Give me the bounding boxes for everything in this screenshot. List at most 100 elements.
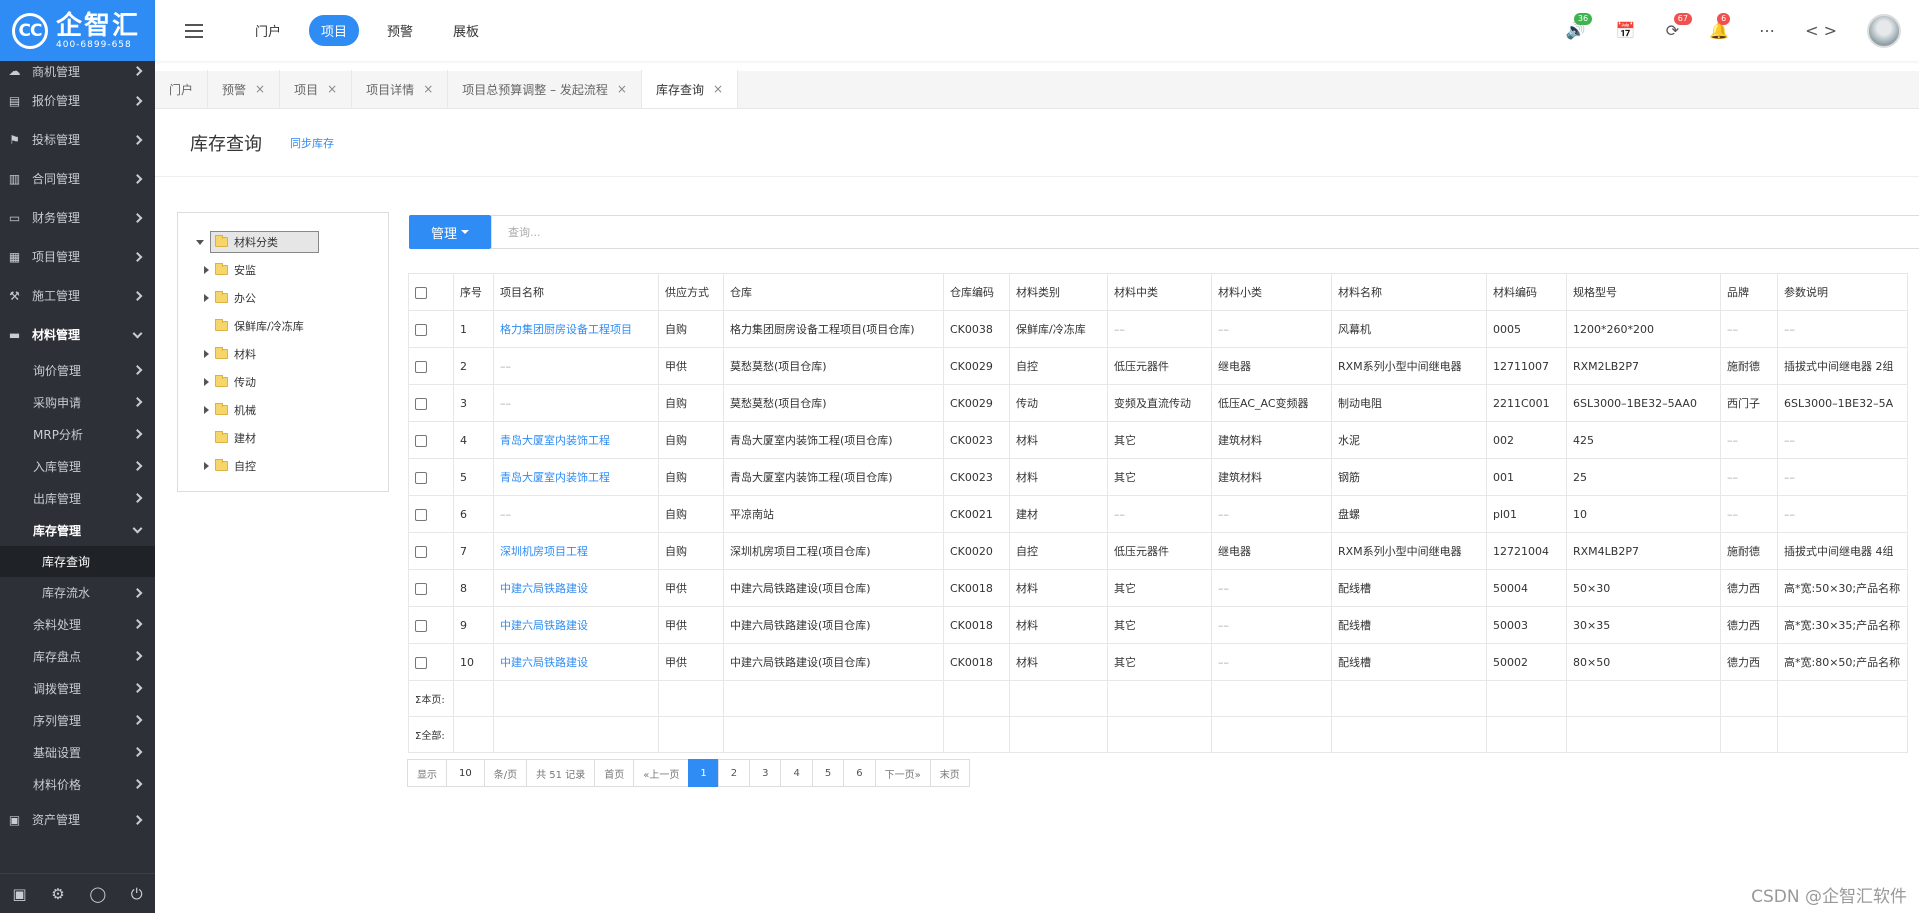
table-row[interactable]: 4 青岛大厦室内装饰工程 自购 青岛大厦室内装饰工程(项目仓库) CK0023 材料 其它建… [408,421,1908,459]
manage-button[interactable]: 管理 [409,215,491,249]
project-link[interactable]: 青岛大厦室内装饰工程 [493,458,659,496]
tree-node[interactable]: 机械 [178,396,388,424]
next-page-button[interactable]: 下一页» [874,759,931,787]
sidebar-sub-item[interactable]: 材料价格 [0,768,155,800]
sync-inventory-link[interactable]: 同步库存 [290,135,334,151]
tab-item[interactable]: 预警 × [208,70,281,108]
tab-item[interactable]: 项目详情 × [352,70,449,108]
last-page-button[interactable]: 末页 [929,759,970,787]
sidebar-sub-item[interactable]: 库存管理 [0,514,155,546]
close-icon[interactable]: × [255,82,265,96]
tree-node[interactable]: 保鲜库/冷冻库 [178,312,388,340]
refresh-icon[interactable]: ⟳ 67 [1666,13,1692,40]
row-checkbox[interactable] [415,471,427,484]
expand-icon[interactable] [204,406,209,414]
page-size-select[interactable]: 10 [446,759,485,787]
row-checkbox[interactable] [415,619,427,632]
sidebar-item-table[interactable]: ▦ 项目管理 [0,237,155,276]
tree-node[interactable]: 办公 [178,284,388,312]
sidebar-sub-item[interactable]: 询价管理 [0,354,155,386]
more-icon[interactable]: ⋯ [1759,21,1775,40]
collapse-icon[interactable] [196,239,204,245]
sidebar-item-clipboard[interactable]: ▤ 报价管理 [0,81,155,120]
project-link[interactable]: 中建六局铁路建设 [493,569,659,607]
sidebar-sub-item[interactable]: 库存盘点 [0,640,155,672]
calendar-icon[interactable]: 📅 [1616,21,1636,40]
table-row[interactable]: 7 深圳机房项目工程 自购 深圳机房项目工程(项目仓库) CK0020 自控 低压元器件 继电… [408,532,1908,570]
row-checkbox[interactable] [415,508,427,521]
page-number-button[interactable]: 2 [717,759,751,787]
tree-node[interactable]: 传动 [178,368,388,396]
page-number-button[interactable]: 6 [843,759,876,787]
tab-item[interactable]: 库存查询 × [641,70,739,108]
sidebar-item-card[interactable]: ▭ 财务管理 [0,198,155,237]
row-checkbox[interactable] [415,323,427,336]
sidebar-sub2-item[interactable]: 库存查询 [0,546,155,577]
expand-icon[interactable] [204,462,209,470]
sidebar-sub-item[interactable]: 出库管理 [0,482,155,514]
monitor-icon[interactable]: ▣ [12,885,26,903]
sidebar-item-book[interactable]: ▥ 合同管理 [0,159,155,198]
page-number-button[interactable]: 4 [780,759,813,787]
sidebar-item-printer[interactable]: ▣ 资产管理 [0,800,155,839]
table-row[interactable]: 8 中建六局铁路建设 甲供 中建六局铁路建设(项目仓库) CK0018 材料 其它 –– 配线槽… [408,569,1908,607]
search-input[interactable] [491,215,1919,249]
close-icon[interactable]: × [713,82,723,96]
close-icon[interactable]: × [617,82,627,96]
sidebar-sub-item[interactable]: 余料处理 [0,608,155,640]
table-row[interactable]: 10 中建六局铁路建设 甲供 中建六局铁路建设(项目仓库) CK0018 材料 其它 –– 配线… [408,643,1908,681]
topnav-item[interactable]: 项目 [309,15,360,46]
table-row[interactable]: 1 格力集团厨房设备工程项目 自购 格力集团厨房设备工程项目(项目仓库) CK0038 保… [408,310,1908,348]
close-icon[interactable]: × [327,82,337,96]
tree-node[interactable]: 材料 [178,340,388,368]
table-row[interactable]: 9 中建六局铁路建设 甲供 中建六局铁路建设(项目仓库) CK0018 材料 其它 –– 配线槽… [408,606,1908,644]
gear-icon[interactable]: ⚙ [51,885,64,903]
tab-item[interactable]: 门户 [155,70,209,108]
table-row[interactable]: 6 –– 自购 平凉南站 CK0021 建材 –– –– 盘螺 pl01 10 –– –– [408,495,1908,533]
sidebar-item-cloud[interactable]: ☁ 商机管理 [0,61,155,81]
sidebar-sub-item[interactable]: 采购申请 [0,386,155,418]
expand-icon[interactable] [204,266,209,274]
sidebar-sub-item[interactable]: 入库管理 [0,450,155,482]
topnav-item[interactable]: 预警 [375,15,425,46]
menu-toggle-icon[interactable] [185,23,203,38]
tab-item[interactable]: 项目 × [280,70,353,108]
first-page-button[interactable]: 首页 [594,759,635,787]
row-checkbox[interactable] [415,545,427,558]
sidebar-item-hammer[interactable]: ⚒ 施工管理 [0,276,155,315]
table-row[interactable]: 3 –– 自购 莫愁莫愁(项目仓库) CK0029 传动 变频及直流传动 低压AC_AC变频器… [408,384,1908,422]
expand-icon[interactable] [204,378,209,386]
row-checkbox[interactable] [415,656,427,669]
row-checkbox[interactable] [415,434,427,447]
page-number-button[interactable]: 3 [749,759,782,787]
row-checkbox[interactable] [415,397,427,410]
bell-icon[interactable]: 🔔 6 [1709,13,1731,40]
table-row[interactable]: 5 青岛大厦室内装饰工程 自购 青岛大厦室内装饰工程(项目仓库) CK0023 材料 其它建… [408,458,1908,496]
page-number-button[interactable]: 5 [811,759,845,787]
sidebar-sub-item[interactable]: MRP分析 [0,418,155,450]
project-link[interactable]: 深圳机房项目工程 [493,532,659,570]
tree-node[interactable]: 自控 [178,452,388,480]
project-link[interactable]: 格力集团厨房设备工程项目 [493,310,659,348]
close-icon[interactable]: × [423,82,433,96]
row-checkbox[interactable] [415,582,427,595]
tree-node[interactable]: 建材 [178,424,388,452]
row-checkbox[interactable] [415,360,427,373]
table-row[interactable]: 2 –– 甲供 莫愁莫愁(项目仓库) CK0029 自控 低压元器件 继电器 RXM系列小型中间… [408,347,1908,385]
expand-icon[interactable] [204,294,209,302]
expand-icon[interactable] [204,350,209,358]
sidebar-sub2-item[interactable]: 库存流水 [0,577,155,608]
project-link[interactable]: 中建六局铁路建设 [493,643,659,681]
prev-page-button[interactable]: «上一页 [633,759,690,787]
topnav-item[interactable]: 门户 [243,15,293,46]
code-icon[interactable]: < > [1805,21,1837,40]
logo[interactable]: CC 企智汇 400-6899-658 [0,0,155,61]
tree-node[interactable]: 安监 [178,256,388,284]
select-all-checkbox[interactable] [415,286,427,299]
power-icon[interactable]: ⏻ [131,885,143,903]
sidebar-item-folder[interactable]: ▬ 材料管理 [0,315,155,354]
announcement-icon[interactable]: 🔊 36 [1566,13,1593,40]
project-link[interactable]: 青岛大厦室内装饰工程 [493,421,659,459]
avatar[interactable] [1867,13,1901,48]
page-number-button[interactable]: 1 [688,759,719,787]
